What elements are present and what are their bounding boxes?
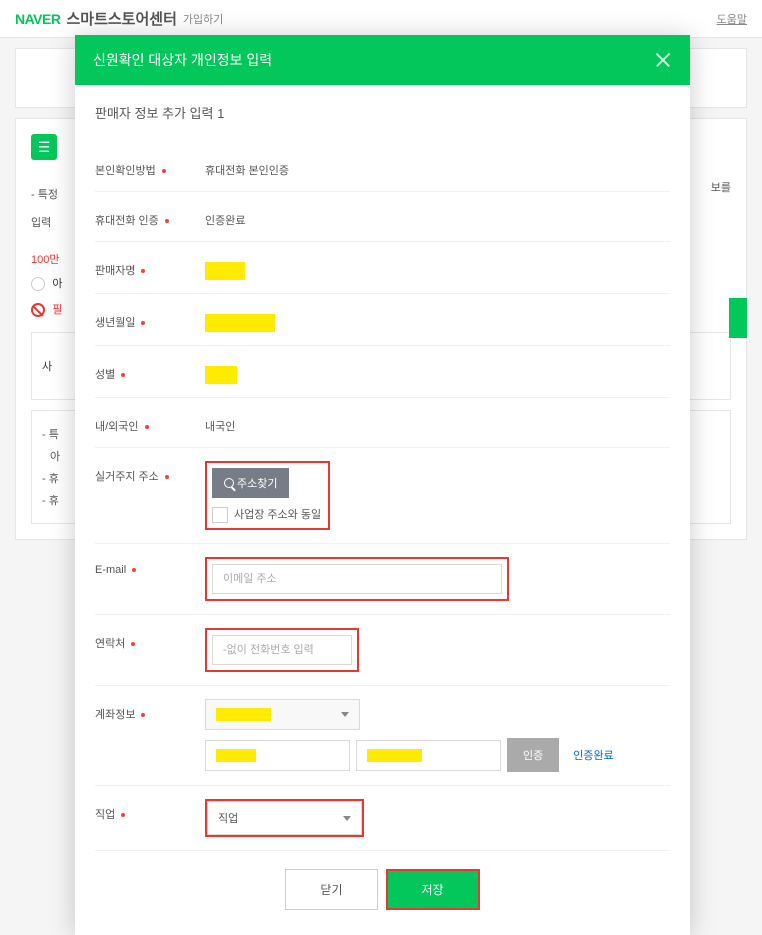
row-job: 직업 직업: [95, 786, 670, 851]
row-phone-cert: 휴대전화 인증 인증완료: [95, 192, 670, 242]
highlight-job: 직업: [205, 799, 364, 837]
find-address-button[interactable]: 주소찾기: [212, 468, 289, 498]
page-header: NAVER 스마트스토어센터 가입하기 도움말: [0, 0, 762, 38]
redacted-birth: [205, 314, 275, 332]
store-center-title: 스마트스토어센터: [66, 8, 176, 29]
help-link[interactable]: 도움말: [717, 11, 747, 27]
required-dot: [165, 219, 169, 223]
bg-green-accent: [729, 298, 747, 338]
account-cert-done: 인증완료: [573, 747, 613, 763]
redacted-bank: [216, 708, 271, 721]
modal-title: 신원확인 대상자 개인정보 입력: [93, 50, 272, 70]
job-select-label: 직업: [218, 810, 238, 826]
highlight-email: [205, 557, 509, 601]
same-as-biz-label: 사업장 주소와 동일: [234, 509, 321, 521]
highlight-save: 저장: [386, 869, 480, 910]
close-icon[interactable]: [654, 51, 672, 69]
row-nationality: 내/외국인 내국인: [95, 398, 670, 448]
bg-radio-icon[interactable]: [31, 277, 45, 291]
row-verify-method: 본인확인방법 휴대전화 본인인증: [95, 142, 670, 192]
row-email: E-mail: [95, 544, 670, 615]
find-address-label: 주소찾기: [237, 475, 277, 491]
signup-label: 가입하기: [183, 11, 223, 27]
modal-body: 판매자 정보 추가 입력 1 본인확인방법 휴대전화 본인인증 휴대전화 인증 …: [75, 85, 690, 935]
label-birth: 생년월일: [95, 317, 135, 329]
label-email: E-mail: [95, 564, 126, 576]
value-phone-cert: 인증완료: [205, 205, 670, 228]
label-seller-name: 판매자명: [95, 265, 135, 277]
required-dot: [131, 642, 135, 646]
identity-info-modal: 신원확인 대상자 개인정보 입력 판매자 정보 추가 입력 1 본인확인방법 휴…: [75, 35, 690, 935]
row-address: 실거주지 주소 주소찾기 사업장 주소와 동일: [95, 448, 670, 544]
redacted-account-number: [216, 749, 256, 762]
modal-footer: 닫기 저장: [95, 851, 670, 910]
row-seller-name: 판매자명: [95, 242, 670, 294]
chevron-down-icon: [343, 816, 351, 821]
required-dot: [145, 425, 149, 429]
highlight-address: 주소찾기 사업장 주소와 동일: [205, 461, 330, 530]
label-account: 계좌정보: [95, 709, 135, 721]
same-as-biz-checkbox[interactable]: [212, 507, 228, 523]
required-dot: [121, 813, 125, 817]
row-birth: 생년월일: [95, 294, 670, 346]
bg-radio-label: 아: [52, 278, 62, 290]
contact-field[interactable]: [212, 635, 352, 665]
search-icon: [224, 478, 234, 488]
redacted-account-holder: [367, 749, 422, 762]
label-verify-method: 본인확인방법: [95, 165, 156, 177]
naver-logo: NAVER: [15, 11, 60, 27]
modal-header: 신원확인 대상자 개인정보 입력: [75, 35, 690, 85]
chevron-down-icon: [341, 712, 349, 717]
highlight-contact: [205, 628, 359, 672]
redacted-gender: [205, 366, 237, 384]
value-nationality: 내국인: [205, 411, 670, 434]
label-job: 직업: [95, 809, 115, 821]
label-nationality: 내/외국인: [95, 421, 139, 433]
account-cert-button[interactable]: 인증: [507, 738, 559, 772]
label-contact: 연락처: [95, 638, 125, 650]
required-dot: [141, 713, 145, 717]
save-button[interactable]: 저장: [388, 871, 478, 908]
bg-left-trunc: 사: [42, 361, 52, 373]
email-field[interactable]: [212, 564, 502, 594]
required-dot: [132, 568, 136, 572]
row-account: 계좌정보 인증 인증완료: [95, 686, 670, 786]
required-dot: [162, 169, 166, 173]
row-gender: 성별: [95, 346, 670, 398]
bg-form-icon: ☰: [31, 134, 57, 160]
required-dot: [165, 475, 169, 479]
label-address: 실거주지 주소: [95, 471, 159, 483]
required-dot: [121, 373, 125, 377]
modal-subtitle: 판매자 정보 추가 입력 1: [95, 103, 670, 122]
redacted-seller-name: [205, 262, 245, 280]
bg-prohibit-label: 필: [52, 304, 62, 316]
required-dot: [141, 321, 145, 325]
bg-trunc-right: 보를: [711, 179, 731, 195]
bank-select[interactable]: [205, 699, 360, 730]
close-button[interactable]: 닫기: [285, 869, 377, 910]
bg-prohibit-icon: [31, 303, 45, 317]
brand: NAVER 스마트스토어센터 가입하기: [15, 8, 223, 29]
value-verify-method: 휴대전화 본인인증: [205, 155, 670, 178]
row-contact: 연락처: [95, 615, 670, 686]
account-number-field[interactable]: [205, 740, 350, 771]
required-dot: [141, 269, 145, 273]
label-gender: 성별: [95, 369, 115, 381]
account-holder-field[interactable]: [356, 740, 501, 771]
job-select[interactable]: 직업: [207, 801, 362, 835]
label-phone-cert: 휴대전화 인증: [95, 215, 159, 227]
